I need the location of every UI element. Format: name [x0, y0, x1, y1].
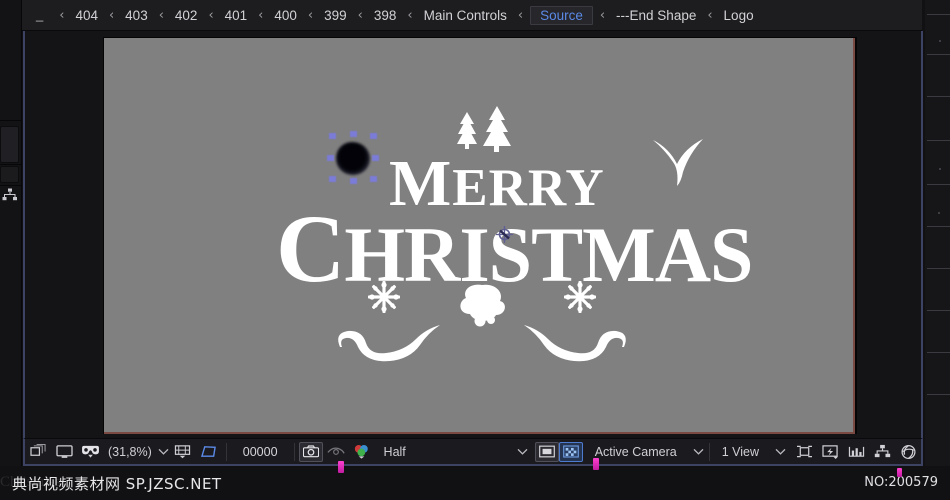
breadcrumb-item-source[interactable]: Source — [530, 5, 593, 25]
breadcrumb-item-399[interactable]: 399 — [320, 6, 351, 25]
breadcrumb-separator: ‹ — [208, 7, 214, 23]
composition-viewer-panel: MERRY CHRISTMAS — [23, 31, 923, 438]
pixel-aspect-correction-icon[interactable] — [791, 441, 817, 463]
breadcrumb: _ ‹ 404 ‹ 403 ‹ 402 ‹ 401 ‹ 400 ‹ 399 ‹ … — [22, 0, 922, 31]
artwork-merry-christmas: MERRY CHRISTMAS — [104, 38, 853, 432]
rail-keyframe-dot — [939, 168, 941, 170]
flowchart-icon[interactable] — [2, 188, 18, 202]
ornament-decorations-icon — [338, 281, 626, 362]
left-flourish — [338, 325, 440, 362]
left-tool-rail — [0, 0, 22, 470]
selection-handle-bottom-right[interactable] — [370, 176, 377, 182]
breadcrumb-item-end-shape[interactable]: ---End Shape — [612, 6, 700, 25]
timecode-field[interactable]: 00000 — [231, 444, 290, 460]
selection-handle-top-right[interactable] — [370, 133, 377, 139]
toolbar-divider — [293, 442, 295, 461]
right-flourish — [524, 325, 626, 362]
breadcrumb-separator: ‹ — [307, 7, 314, 23]
show-channel-rgb-icon[interactable] — [349, 441, 375, 463]
3d-glasses-icon[interactable] — [77, 441, 103, 463]
breadcrumb-separator: ‹ — [707, 7, 713, 23]
camera-view-value[interactable]: Active Camera — [583, 445, 682, 459]
breadcrumb-item-logo[interactable]: Logo — [720, 6, 758, 25]
rail-divider — [0, 120, 22, 121]
rail-keyframe-dot — [939, 40, 941, 42]
watermark-id-text: NO:200579 — [864, 475, 938, 490]
selection-handle-bottom-left[interactable] — [329, 176, 336, 182]
breadcrumb-item-main-controls[interactable]: Main Controls — [420, 6, 511, 25]
show-snapshot-icon[interactable] — [323, 441, 349, 463]
timeline-graph-icon[interactable] — [843, 441, 869, 463]
zoom-chevron-down-icon[interactable] — [157, 443, 170, 461]
breadcrumb-item-404[interactable]: 404 — [71, 6, 102, 25]
selection-handle-bottom-center[interactable] — [350, 178, 357, 184]
selection-handle-top-center[interactable] — [350, 131, 357, 137]
rail-panel-preview[interactable] — [0, 126, 19, 163]
rail-panel-secondary[interactable] — [0, 166, 19, 183]
region-of-interest-icon[interactable] — [534, 441, 559, 462]
watermark-site-text: 典尚视频素材网 SP.JZSC.NET — [12, 475, 222, 493]
zoom-level-value[interactable]: (31,8%) — [103, 445, 157, 459]
reset-exposure-icon[interactable] — [895, 441, 921, 463]
mask-shape-icon[interactable] — [196, 441, 222, 463]
breadcrumb-separator: ‹ — [599, 7, 606, 23]
rail-row[interactable] — [927, 268, 950, 269]
after-effects-composition-viewer: _ ‹ 404 ‹ 403 ‹ 402 ‹ 401 ‹ 400 ‹ 399 ‹ … — [0, 0, 950, 500]
viewer-bottom-toolbar: (31,8%) 00000 Half Active Camera 1 View — [23, 438, 923, 466]
breadcrumb-separator: ‹ — [59, 7, 65, 23]
view-layout-value[interactable]: 1 View — [714, 445, 764, 459]
rail-row[interactable] — [927, 96, 950, 97]
toolbar-divider — [225, 442, 227, 461]
rail-row[interactable] — [927, 226, 950, 227]
fast-previews-icon[interactable] — [817, 441, 843, 463]
selection-handle-middle-right[interactable] — [372, 155, 379, 161]
breadcrumb-separator: ‹ — [407, 7, 413, 23]
breadcrumb-collapse[interactable]: _ — [22, 8, 52, 21]
rail-divider — [0, 164, 22, 165]
resolution-chevron-down-icon[interactable] — [516, 443, 529, 461]
rail-row[interactable] — [927, 352, 950, 353]
breadcrumb-item-398[interactable]: 398 — [370, 6, 401, 25]
monitor-icon[interactable] — [51, 441, 77, 463]
watermark-bar: Christmas 典尚视频素材网 SP.JZSC.NET NO:200579 — [0, 466, 950, 500]
breadcrumb-separator: ‹ — [258, 7, 264, 23]
rail-row[interactable] — [927, 394, 950, 395]
breadcrumb-item-401[interactable]: 401 — [221, 6, 252, 25]
selection-handle-top-left[interactable] — [329, 133, 336, 139]
cursor-blip — [338, 461, 344, 473]
flowchart-icon[interactable] — [869, 441, 895, 463]
rail-keyframe-dot — [938, 212, 940, 214]
selected-layer-blob — [336, 142, 370, 175]
right-timeline-rail — [925, 0, 950, 470]
layer-selection-box[interactable] — [325, 130, 382, 186]
selection-handle-middle-left[interactable] — [327, 155, 334, 161]
rail-divider — [0, 185, 22, 186]
resolution-value[interactable]: Half — [375, 445, 411, 459]
transparency-grid-icon[interactable] — [558, 441, 583, 462]
rail-row[interactable] — [927, 140, 950, 141]
breadcrumb-separator: ‹ — [357, 7, 363, 23]
composition-canvas[interactable]: MERRY CHRISTMAS — [104, 38, 855, 434]
title-action-safe-icon[interactable] — [170, 441, 196, 463]
cursor-blip — [593, 458, 599, 470]
toggle-viewer-lock-icon[interactable] — [25, 441, 51, 463]
camera-view-chevron-down-icon[interactable] — [692, 443, 705, 461]
breadcrumb-separator: ‹ — [108, 7, 115, 23]
rail-row[interactable] — [927, 184, 950, 185]
breadcrumb-separator: ‹ — [517, 7, 524, 23]
anchor-point-marker[interactable] — [496, 226, 513, 243]
rail-row[interactable] — [927, 310, 950, 311]
view-layout-chevron-down-icon[interactable] — [774, 443, 787, 461]
breadcrumb-separator: ‹ — [158, 7, 164, 23]
breadcrumb-item-400[interactable]: 400 — [270, 6, 301, 25]
cursor-blip — [897, 468, 902, 477]
breadcrumb-item-403[interactable]: 403 — [121, 6, 152, 25]
y-flourish-icon — [653, 139, 703, 186]
breadcrumb-item-402[interactable]: 402 — [171, 6, 202, 25]
rail-row[interactable] — [927, 54, 950, 55]
take-snapshot-camera-icon[interactable] — [298, 441, 323, 462]
toolbar-divider — [708, 442, 710, 461]
rail-row[interactable] — [927, 14, 950, 15]
